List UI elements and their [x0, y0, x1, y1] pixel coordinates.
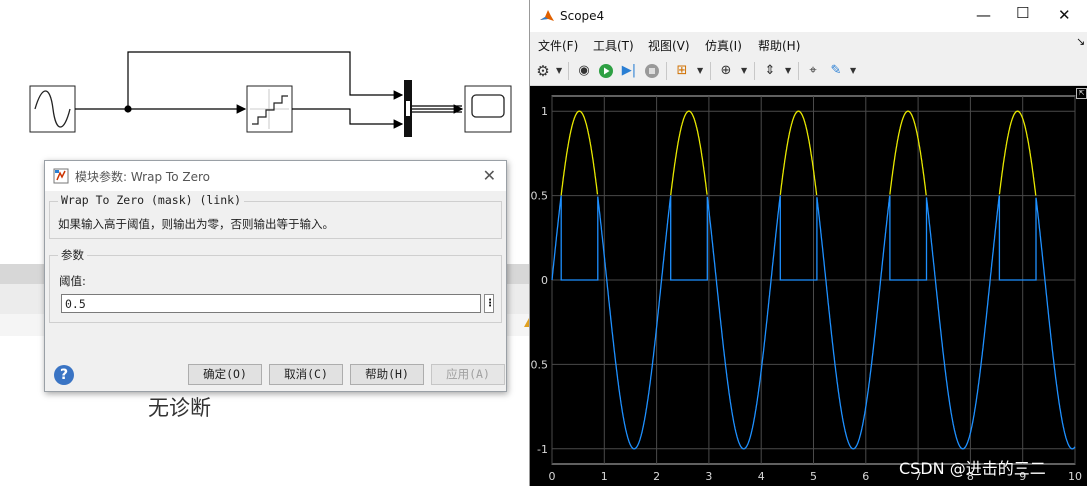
menu-view[interactable]: 视图(V)	[648, 37, 690, 54]
x-tick-label: 0	[549, 470, 556, 483]
run-icon[interactable]	[597, 62, 615, 80]
maximize-icon[interactable]: ☐	[1016, 4, 1029, 22]
watermark: CSDN @进击的三二	[899, 459, 1046, 478]
dialog-title: 模块参数: Wrap To Zero	[75, 170, 210, 184]
block-parameters-dialog: 模块参数: Wrap To Zero ✕ Wrap To Zero (mask)…	[44, 160, 507, 392]
x-tick-label: 4	[758, 470, 765, 483]
chevron-down-icon[interactable]: ▼	[697, 66, 703, 75]
y-tick-label: 0	[541, 274, 548, 287]
series-wrapped-line	[889, 110, 927, 196]
mask-header: Wrap To Zero (mask) (link)	[58, 193, 245, 207]
series-wrapped-line	[779, 110, 818, 196]
series-wrapped-line	[670, 110, 708, 196]
series-wrapped-line	[560, 110, 599, 196]
y-tick-label: -0.5	[530, 358, 548, 371]
scope-window: Scope4 — ☐ ✕ 文件(F) 工具(T) 视图(V) 仿真(I) 帮助(…	[527, 0, 1087, 486]
mask-description-group: Wrap To Zero (mask) (link) 如果输入高于阈值，则输出为…	[49, 193, 502, 239]
series-wrapped-line	[998, 110, 1037, 196]
threshold-label: 阈值:	[59, 274, 86, 288]
chevron-down-icon[interactable]: ▼	[850, 66, 856, 75]
parameters-group: 参数 阈值: 0.5 ⋮	[49, 247, 502, 323]
toolbar-separator	[666, 62, 667, 80]
x-tick-label: 3	[705, 470, 712, 483]
toolbar-separator	[754, 62, 755, 80]
diagnostics-text: 无诊断	[148, 396, 211, 420]
toolbar-separator	[798, 62, 799, 80]
minimize-icon[interactable]: —	[976, 6, 991, 24]
scope-plot: 01234567891010.50-0.5-1	[527, 95, 1082, 483]
mask-description: 如果输入高于阈值，则输出为零，否则输出等于输入。	[58, 217, 334, 231]
chevron-down-icon[interactable]: ▼	[785, 66, 791, 75]
menu-help[interactable]: 帮助(H)	[758, 37, 800, 54]
scope-block[interactable]	[464, 85, 512, 133]
chevron-down-icon[interactable]: ▼	[556, 66, 562, 75]
help-button[interactable]: 帮助(H)	[350, 364, 424, 385]
apply-button[interactable]: 应用(A)	[431, 364, 505, 385]
scope-plot-area[interactable]: 01234567891010.50-0.5-1 ⇱	[527, 86, 1087, 486]
toolbar-separator	[710, 62, 711, 80]
wrap-to-zero-block[interactable]	[246, 85, 293, 133]
zoom-icon[interactable]: ⊕	[717, 62, 735, 80]
help-icon[interactable]: ?	[54, 365, 74, 385]
menu-simulation[interactable]: 仿真(I)	[705, 37, 742, 54]
menu-tools[interactable]: 工具(T)	[593, 37, 634, 54]
chevron-down-icon[interactable]: ▼	[741, 66, 747, 75]
x-tick-label: 10	[1068, 470, 1082, 483]
simulink-block-icon	[53, 168, 69, 184]
cancel-button[interactable]: 取消(C)	[269, 364, 343, 385]
highlight-block-icon[interactable]: ⊞	[673, 62, 691, 80]
y-tick-label: 1	[541, 105, 548, 118]
menu-bar: 文件(F) 工具(T) 视图(V) 仿真(I) 帮助(H) ↘	[530, 33, 1087, 55]
x-tick-label: 5	[810, 470, 817, 483]
y-tick-label: 0.5	[531, 190, 549, 203]
threshold-input[interactable]: 0.5	[61, 294, 481, 313]
stop-icon[interactable]	[643, 62, 661, 80]
close-icon[interactable]: ✕	[1058, 6, 1071, 24]
scale-axes-icon[interactable]: ⇕	[761, 62, 779, 80]
sine-wave-block[interactable]	[29, 85, 76, 133]
ok-button[interactable]: 确定(O)	[188, 364, 262, 385]
undock-icon[interactable]: ↘	[1076, 35, 1085, 48]
menu-file[interactable]: 文件(F)	[538, 37, 578, 54]
x-tick-label: 2	[653, 470, 660, 483]
more-options-icon[interactable]: ⋮	[484, 294, 495, 313]
cursor-measure-icon[interactable]: ⌖	[804, 62, 822, 80]
mux-block[interactable]	[404, 80, 412, 137]
parameters-legend: 参数	[58, 247, 87, 263]
threshold-value: 0.5	[65, 297, 86, 311]
style-icon[interactable]: ✎	[827, 62, 845, 80]
scope-toolbar: ⚙ ▼ ◉ ▶| ⊞ ▼ ⊕ ▼ ⇕ ▼ ⌖ ✎ ▼	[530, 57, 1087, 86]
settings-icon[interactable]: ⚙	[534, 62, 552, 80]
close-icon[interactable]: ✕	[483, 166, 496, 185]
matlab-logo-icon	[540, 10, 554, 21]
scope-title: Scope4	[560, 9, 605, 23]
restore-icon[interactable]: ◉	[575, 62, 593, 80]
step-forward-icon[interactable]: ▶|	[620, 62, 638, 80]
scope-titlebar[interactable]: Scope4 — ☐ ✕	[530, 0, 1087, 32]
y-tick-label: -1	[537, 443, 548, 456]
dialog-titlebar[interactable]: 模块参数: Wrap To Zero ✕	[45, 161, 506, 191]
x-tick-label: 6	[862, 470, 869, 483]
toolbar-separator	[568, 62, 569, 80]
expand-icon[interactable]: ⇱	[1076, 88, 1087, 99]
x-tick-label: 1	[601, 470, 608, 483]
